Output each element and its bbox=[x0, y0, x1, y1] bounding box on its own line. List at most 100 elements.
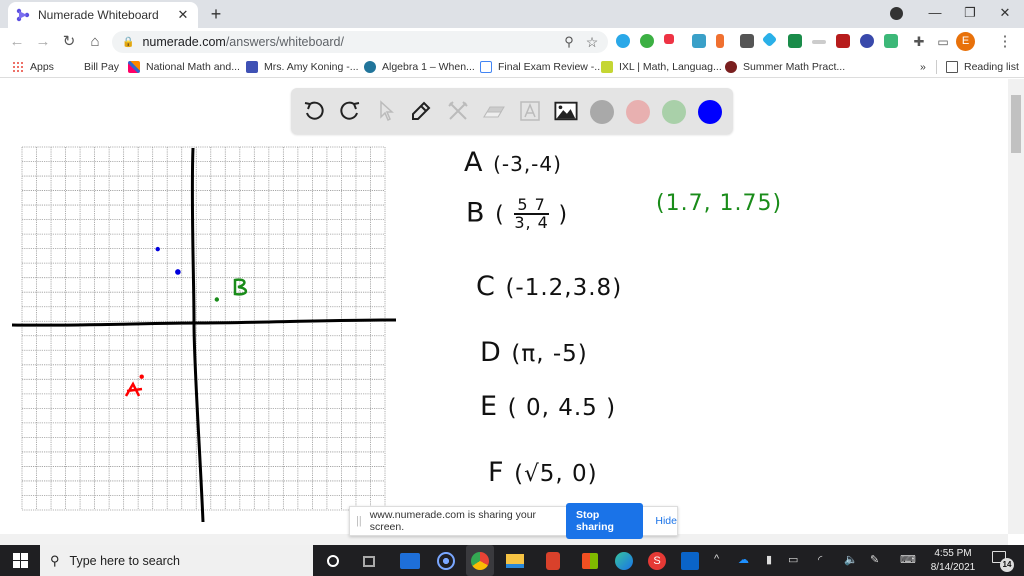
undo-icon[interactable] bbox=[302, 99, 326, 123]
reading-list-button[interactable]: Reading list bbox=[946, 60, 1019, 74]
onedrive-icon[interactable]: ☁ bbox=[738, 553, 749, 566]
reading-list-icon bbox=[946, 61, 958, 73]
whiteboard-app-icon[interactable] bbox=[398, 549, 422, 573]
bookmark-summer-math[interactable]: Summer Math Pract... bbox=[725, 60, 845, 74]
bookmark-amy-koning[interactable]: Mrs. Amy Koning -... bbox=[246, 60, 359, 74]
pen-tray-icon[interactable]: ✎ bbox=[870, 553, 879, 566]
notifications-button[interactable]: 14 bbox=[992, 551, 1014, 572]
coordinate-grid[interactable] bbox=[0, 139, 410, 529]
color-swatch-light-green[interactable] bbox=[662, 100, 686, 124]
menu-kebab-icon[interactable]: ⋮ bbox=[996, 33, 1014, 51]
tools-icon[interactable] bbox=[446, 99, 470, 123]
profile-dropdown-icon[interactable] bbox=[890, 7, 903, 20]
text-tool-icon[interactable] bbox=[518, 99, 542, 123]
bookmark-national-math[interactable]: National Math and... bbox=[128, 60, 240, 74]
reload-icon[interactable]: ↻ bbox=[60, 33, 78, 51]
note-letter: C bbox=[476, 271, 496, 302]
color-swatch-pink[interactable] bbox=[626, 100, 650, 124]
browser-title-bar: Numerade Whiteboard ✕ + — ❐ ✕ bbox=[0, 0, 1024, 28]
bookmark-label: IXL | Math, Languag... bbox=[619, 61, 722, 73]
bookmarks-divider bbox=[936, 60, 937, 74]
bookmark-bill-pay[interactable]: Bill Pay bbox=[84, 60, 119, 74]
taskbar-clock[interactable]: 4:55 PM 8/14/2021 bbox=[918, 547, 988, 575]
plotted-point bbox=[175, 269, 181, 275]
extension-icon-12[interactable] bbox=[884, 34, 898, 48]
drag-handle-icon[interactable]: || bbox=[356, 515, 362, 527]
outlook-icon[interactable] bbox=[678, 549, 702, 573]
cortana-icon[interactable] bbox=[321, 549, 345, 573]
snipping-tool-icon[interactable] bbox=[541, 549, 565, 573]
reading-list-label: Reading list bbox=[964, 61, 1019, 73]
extension-icon-1[interactable] bbox=[616, 34, 630, 48]
bookmark-apps[interactable]: Apps bbox=[12, 60, 54, 74]
note-line-b: B ( 5 7 3, 4 ) bbox=[466, 195, 569, 232]
k-extension-icon[interactable] bbox=[860, 34, 874, 48]
microphone-icon[interactable]: ▮ bbox=[766, 553, 772, 566]
windows-start-button[interactable] bbox=[0, 545, 40, 576]
notification-count-badge: 14 bbox=[1000, 558, 1014, 572]
edge-icon[interactable] bbox=[612, 549, 636, 573]
pdf-extension-icon[interactable] bbox=[836, 34, 850, 48]
bookmark-algebra-1[interactable]: Algebra 1 – When... bbox=[364, 60, 475, 74]
extension-icon-4[interactable] bbox=[692, 34, 706, 48]
tab-close-icon[interactable]: ✕ bbox=[176, 7, 190, 23]
extension-icon-8[interactable] bbox=[788, 34, 802, 48]
battery-icon[interactable]: ▭ bbox=[788, 553, 798, 566]
media-app-icon[interactable] bbox=[434, 549, 458, 573]
note-line-d: D (π, -5) bbox=[480, 337, 588, 368]
image-tool-icon[interactable] bbox=[554, 99, 578, 123]
cast-icon[interactable]: ▭ bbox=[934, 33, 952, 51]
restore-button[interactable]: ❐ bbox=[955, 4, 985, 22]
color-swatch-blue[interactable] bbox=[698, 100, 722, 124]
pen-icon[interactable] bbox=[409, 99, 433, 123]
select-pointer-icon[interactable] bbox=[374, 99, 398, 123]
wifi-icon[interactable]: ◜ bbox=[818, 553, 822, 566]
new-tab-button[interactable]: + bbox=[206, 4, 226, 24]
file-explorer-icon[interactable] bbox=[503, 549, 527, 573]
home-icon[interactable]: ⌂ bbox=[86, 33, 104, 51]
tray-chevron-icon[interactable]: ^ bbox=[714, 553, 719, 565]
zoom-magnifier-icon[interactable]: ⚲ bbox=[560, 33, 578, 51]
minimize-button[interactable]: — bbox=[920, 4, 950, 22]
extension-icon-7[interactable] bbox=[761, 31, 778, 48]
bookmark-star-icon[interactable]: ☆ bbox=[583, 33, 601, 51]
bookmarks-overflow-button[interactable]: » bbox=[920, 60, 926, 74]
close-window-button[interactable]: ✕ bbox=[990, 4, 1020, 22]
screen-share-banner: || www.numerade.com is sharing your scre… bbox=[349, 503, 678, 539]
browser-tab[interactable]: Numerade Whiteboard ✕ bbox=[8, 2, 198, 28]
note-letter: D bbox=[480, 337, 502, 368]
chrome-taskbar-icon[interactable] bbox=[466, 545, 494, 576]
numerade-logo-icon bbox=[16, 8, 30, 22]
hide-banner-button[interactable]: Hide bbox=[655, 515, 677, 527]
s-app-icon[interactable]: S bbox=[645, 549, 669, 573]
color-swatch-gray[interactable] bbox=[590, 100, 614, 124]
back-arrow-icon[interactable]: ← bbox=[8, 33, 26, 51]
extension-icon-5[interactable] bbox=[716, 34, 724, 48]
share-message: www.numerade.com is sharing your screen. bbox=[369, 509, 537, 533]
extension-icon-3[interactable] bbox=[664, 34, 674, 44]
bookmark-label: Final Exam Review -... bbox=[498, 61, 604, 73]
task-view-icon[interactable] bbox=[357, 549, 381, 573]
extension-icon-9[interactable] bbox=[812, 40, 826, 44]
extensions-puzzle-icon[interactable]: ✚ bbox=[910, 33, 928, 51]
taskbar-search-box[interactable]: ⚲ Type here to search bbox=[40, 545, 313, 576]
volume-icon[interactable]: 🔈 bbox=[844, 553, 858, 566]
keyboard-icon[interactable]: ⌨ bbox=[900, 553, 916, 566]
extension-icon-6[interactable] bbox=[740, 34, 754, 48]
note-coords: (π, -5) bbox=[511, 341, 588, 367]
bookmarks-bar: Apps Bill Pay National Math and... Mrs. … bbox=[0, 56, 1024, 78]
browser-toolbar: ← → ↻ ⌂ 🔒 numerade.com/answers/whiteboar… bbox=[0, 28, 1024, 56]
address-bar[interactable]: 🔒 numerade.com/answers/whiteboard/ bbox=[112, 31, 608, 53]
profile-avatar[interactable]: E bbox=[956, 32, 975, 51]
bookmark-final-exam[interactable]: Final Exam Review -... bbox=[480, 60, 603, 74]
vertical-scrollbar-thumb[interactable] bbox=[1011, 95, 1021, 153]
handwritten-notes: A (-3,-4) B ( 5 7 3, 4 ) (1.7, 1.75) C (… bbox=[440, 139, 860, 529]
extension-icon-2[interactable] bbox=[640, 34, 654, 48]
stop-sharing-button[interactable]: Stop sharing bbox=[565, 503, 644, 539]
redo-icon[interactable] bbox=[338, 99, 362, 123]
bookmark-ixl[interactable]: IXL | Math, Languag... bbox=[601, 60, 722, 74]
microsoft-store-icon[interactable] bbox=[578, 549, 602, 573]
forward-arrow-icon[interactable]: → bbox=[34, 33, 52, 51]
bookmark-label: Algebra 1 – When... bbox=[382, 61, 475, 73]
eraser-icon[interactable] bbox=[482, 99, 506, 123]
